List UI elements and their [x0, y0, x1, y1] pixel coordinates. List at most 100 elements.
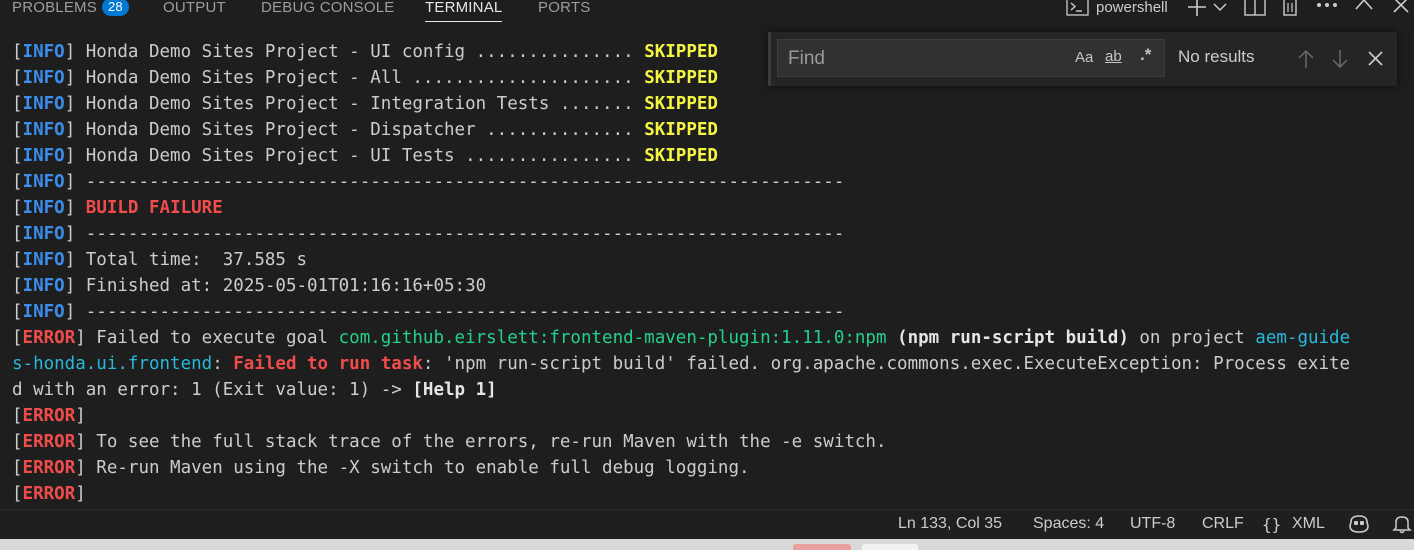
terminal-text: INFO	[22, 224, 65, 244]
terminal-line: [INFO] Total time: 37.585 s	[12, 247, 1414, 273]
tab-terminal[interactable]: TERMINAL	[425, 0, 503, 23]
taskbar-item[interactable]	[862, 544, 918, 550]
terminal-text: ] Re-run Maven using the -X switch to en…	[75, 458, 750, 478]
tab-debug-console[interactable]: DEBUG CONSOLE	[261, 0, 394, 23]
chevron-down-icon[interactable]	[1213, 2, 1227, 28]
panel-tab-bar: PROBLEMS 28 OUTPUT DEBUG CONSOLE TERMINAL…	[0, 0, 1414, 26]
terminal-text: INFO	[22, 94, 65, 114]
terminal-text: :	[212, 354, 234, 374]
find-input[interactable]	[786, 40, 1070, 78]
whole-word-toggle[interactable]: ab	[1105, 47, 1122, 67]
braces-icon[interactable]: {}	[1262, 514, 1284, 539]
more-actions-icon[interactable]	[1316, 0, 1338, 26]
terminal-text: [	[12, 68, 23, 88]
close-find-icon[interactable]	[1368, 51, 1383, 66]
terminal-text: INFO	[22, 172, 65, 192]
problems-count-badge: 28	[101, 0, 129, 16]
terminal-line: [ERROR] Failed to execute goal com.githu…	[12, 325, 1414, 351]
terminal-text: INFO	[22, 68, 65, 88]
tab-ports[interactable]: PORTS	[538, 0, 590, 23]
terminal-text: ] Honda Demo Sites Project - Dispatcher …	[64, 120, 645, 140]
terminal-text: ]	[64, 198, 86, 218]
terminal-text: ERROR	[22, 328, 76, 348]
terminal-text: [	[12, 406, 23, 426]
taskbar-edge	[0, 539, 1414, 550]
split-terminal-icon[interactable]	[1244, 0, 1266, 22]
terminal-text: com.github.eirslett:frontend-maven-plugi…	[338, 328, 887, 348]
terminal-text: SKIPPED	[644, 120, 718, 140]
terminal-output[interactable]: [INFO] Honda Demo Sites Project - UI con…	[12, 39, 1414, 507]
new-terminal-plus-icon[interactable]	[1187, 0, 1207, 23]
terminal-line: d with an error: 1 (Exit value: 1) -> [H…	[12, 377, 1414, 403]
terminal-text: [	[12, 224, 23, 244]
terminal-text: SKIPPED	[644, 42, 718, 62]
terminal-text: ]	[75, 406, 86, 426]
tab-problems[interactable]: PROBLEMS 28	[12, 0, 129, 23]
terminal-text: [Help 1]	[412, 380, 497, 400]
terminal-text: SKIPPED	[644, 94, 718, 114]
status-bar: Ln 133, Col 35 Spaces: 4 UTF-8 CRLF {} X…	[0, 509, 1414, 539]
terminal-line: [INFO] Finished at: 2025-05-01T01:16:16+…	[12, 273, 1414, 299]
terminal-text: aem-guide	[1255, 328, 1351, 348]
terminal-text: BUILD FAILURE	[85, 198, 223, 218]
terminal-line: [ERROR] To see the full stack trace of t…	[12, 429, 1414, 455]
encoding-status[interactable]: UTF-8	[1130, 515, 1175, 533]
terminal-text: ] Honda Demo Sites Project - UI config .…	[64, 42, 645, 62]
terminal-text: [	[12, 432, 23, 452]
terminal-text: ERROR	[22, 406, 76, 426]
terminal-line: [INFO] Honda Demo Sites Project - Integr…	[12, 91, 1414, 117]
terminal-text: INFO	[22, 250, 65, 270]
taskbar-item[interactable]	[793, 544, 851, 550]
terminal-text: [	[12, 302, 23, 322]
terminal-line: [INFO] ---------------------------------…	[12, 299, 1414, 325]
terminal-text: ]	[75, 484, 86, 504]
terminal-text: ] Failed to execute goal	[75, 328, 339, 348]
terminal-text: : 'npm run-script build' failed. org.apa…	[422, 354, 1351, 374]
terminal-profile-icon	[1066, 0, 1090, 22]
tab-output-label: OUTPUT	[163, 0, 226, 16]
terminal-text: [	[12, 250, 23, 270]
terminal-line: [ERROR]	[12, 481, 1414, 507]
maximize-panel-chevron-up-icon[interactable]	[1355, 0, 1373, 24]
terminal-text: [	[12, 458, 23, 478]
terminal-text: ] --------------------------------------…	[64, 302, 845, 322]
terminal-name[interactable]: powershell	[1096, 0, 1168, 23]
terminal-text: [	[12, 146, 23, 166]
copilot-icon[interactable]	[1348, 514, 1370, 539]
tab-output[interactable]: OUTPUT	[163, 0, 226, 23]
notifications-bell-icon[interactable]	[1392, 514, 1412, 539]
terminal-text: INFO	[22, 276, 65, 296]
cursor-position[interactable]: Ln 133, Col 35	[898, 515, 1002, 533]
terminal-text: [	[12, 198, 23, 218]
find-result-count: No results	[1178, 47, 1255, 66]
match-case-toggle[interactable]: Aa	[1075, 48, 1093, 68]
terminal-line: [INFO] Honda Demo Sites Project - UI Tes…	[12, 143, 1414, 169]
terminal-text: d with an error: 1 (Exit value: 1) ->	[12, 380, 413, 400]
terminal-text: s-honda.ui.frontend	[12, 354, 213, 374]
previous-match-arrow-up-icon[interactable]	[1297, 49, 1315, 69]
terminal-text: SKIPPED	[644, 146, 718, 166]
trash-icon[interactable]	[1280, 0, 1300, 22]
tab-terminal-label: TERMINAL	[425, 0, 503, 16]
next-match-arrow-down-icon[interactable]	[1331, 49, 1349, 69]
tab-debug-console-label: DEBUG CONSOLE	[261, 0, 395, 16]
terminal-text: ] Honda Demo Sites Project - Integration…	[64, 94, 645, 114]
terminal-text: ] --------------------------------------…	[64, 172, 845, 192]
language-mode[interactable]: XML	[1292, 515, 1325, 533]
regex-toggle[interactable]: .*	[1140, 45, 1151, 65]
terminal-line: [INFO] ---------------------------------…	[12, 221, 1414, 247]
terminal-text: [	[12, 276, 23, 296]
terminal-text: ] --------------------------------------…	[64, 224, 845, 244]
terminal-text: [	[12, 328, 23, 348]
indentation-status[interactable]: Spaces: 4	[1033, 515, 1104, 533]
terminal-line: [ERROR]	[12, 403, 1414, 429]
terminal-text: [	[12, 42, 23, 62]
terminal-text: ERROR	[22, 458, 76, 478]
terminal-text: ] Honda Demo Sites Project - UI Tests ..…	[64, 146, 645, 166]
eol-status[interactable]: CRLF	[1202, 515, 1244, 533]
close-panel-icon[interactable]	[1393, 0, 1409, 23]
tab-problems-label: PROBLEMS	[12, 0, 97, 16]
terminal-line: [INFO] Honda Demo Sites Project - Dispat…	[12, 117, 1414, 143]
terminal-text: ERROR	[22, 484, 76, 504]
